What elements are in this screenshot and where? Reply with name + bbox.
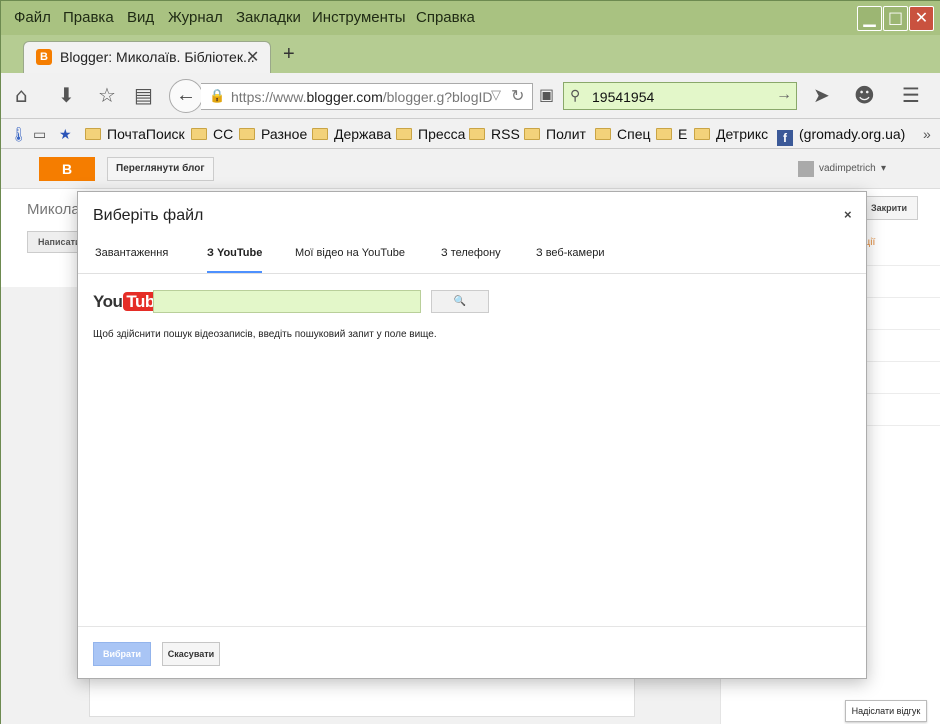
tab-from-youtube[interactable]: З YouTube xyxy=(207,247,263,273)
folder-icon xyxy=(191,128,207,140)
menu-file[interactable]: Файл xyxy=(14,9,51,26)
search-icon: ⚲ xyxy=(570,87,581,103)
screenshot-icon[interactable]: ▣ xyxy=(539,85,554,104)
bookmark-pochtapoisk[interactable]: ПочтаПоиск xyxy=(85,126,185,142)
cancel-button[interactable]: Скасувати xyxy=(162,642,220,666)
bookmark-gromady[interactable]: f (gromady.org.ua) xyxy=(777,126,905,146)
tab-upload[interactable]: Завантаження xyxy=(95,247,168,259)
user-dropdown-icon[interactable]: ▾ xyxy=(881,163,886,174)
url-dropdown-icon[interactable]: ▽ xyxy=(491,87,501,103)
bookmark-detriks[interactable]: Детрикс xyxy=(694,126,768,142)
maximize-icon: □ xyxy=(887,8,904,27)
bookmark-e[interactable]: Е xyxy=(656,126,687,142)
star-bookmark-icon[interactable]: ★ xyxy=(59,126,72,143)
dialog-footer: Вибрати Скасувати xyxy=(78,626,866,679)
dialog-tabs: Завантаження З YouTube Мої відео на YouT… xyxy=(78,232,866,274)
search-bar[interactable]: ⚲ 19541954 → xyxy=(563,82,797,110)
write-tab[interactable]: Написати xyxy=(27,231,83,253)
view-blog-button[interactable]: Переглянути блог xyxy=(107,157,214,181)
menu-view[interactable]: Вид xyxy=(127,9,154,26)
folder-icon xyxy=(524,128,540,140)
bookmark-spets[interactable]: Спец xyxy=(595,126,651,142)
maximize-button[interactable]: □ xyxy=(883,6,908,31)
blog-title: Миколаї xyxy=(27,201,84,218)
bookmark-pressa[interactable]: Пресса xyxy=(396,126,465,142)
lock-icon: 🔒 xyxy=(209,88,226,103)
back-arrow-icon: ← xyxy=(176,84,196,106)
folder-icon xyxy=(396,128,412,140)
menu-bookmarks[interactable]: Закладки xyxy=(236,9,301,26)
search-go-icon[interactable]: → xyxy=(776,86,792,104)
bookmarks-overflow-icon[interactable]: » xyxy=(923,126,931,142)
tab-from-phone[interactable]: З телефону xyxy=(441,247,501,259)
tab-from-webcam[interactable]: З веб-камери xyxy=(536,247,605,259)
reading-list-icon[interactable]: ▤ xyxy=(134,83,153,107)
new-tab-icon[interactable]: + xyxy=(283,43,295,66)
blogger-favicon-icon: B xyxy=(36,49,52,65)
tab-strip: B Blogger: Миколаїв. Бібліотек... ✕ + xyxy=(1,35,940,73)
tab-title: Blogger: Миколаїв. Бібліотек... xyxy=(60,49,255,65)
bookmark-star-icon[interactable]: ☆ xyxy=(98,83,116,107)
dialog-title: Виберіть файл xyxy=(93,207,204,224)
bookmark-cc[interactable]: СС xyxy=(191,126,233,142)
avatar[interactable] xyxy=(798,161,814,177)
folder-icon xyxy=(694,128,710,140)
minimize-icon: ▁ xyxy=(863,8,876,27)
youtube-search-input[interactable] xyxy=(153,290,421,313)
tv-icon[interactable]: ▭ xyxy=(33,126,46,143)
close-icon: ✕ xyxy=(914,8,929,27)
tab-my-youtube-videos[interactable]: Мої відео на YouTube xyxy=(295,247,405,259)
folder-icon xyxy=(656,128,672,140)
chat-icon[interactable]: ☻ xyxy=(854,83,875,107)
menu-bar: Файл Правка Вид Журнал Закладки Инструме… xyxy=(1,1,940,35)
back-button[interactable]: ← xyxy=(169,79,203,113)
choose-file-dialog: Виберіть файл × Завантаження З YouTube М… xyxy=(77,191,867,679)
menu-edit[interactable]: Правка xyxy=(63,9,114,26)
url-bar[interactable]: 🔒 https://www.blogger.com/blogger.g?blog… xyxy=(201,83,533,110)
close-window-button[interactable]: ✕ xyxy=(909,6,934,31)
send-icon[interactable]: ➤ xyxy=(813,83,830,107)
blogger-logo-icon[interactable]: B xyxy=(39,157,95,181)
search-hint: Щоб здійснити пошук відеозаписів, введіт… xyxy=(93,329,437,340)
search-icon: 🔍 xyxy=(453,296,467,307)
bookmark-raznoe[interactable]: Разное xyxy=(239,126,307,142)
bookmark-polit[interactable]: Полит xyxy=(524,126,586,142)
username[interactable]: vadimpetrich xyxy=(819,163,876,174)
thermometer-icon[interactable]: 🌡 xyxy=(10,126,28,143)
reload-icon[interactable]: ↻ xyxy=(511,86,524,106)
choose-button[interactable]: Вибрати xyxy=(93,642,151,666)
minimize-button[interactable]: ▁ xyxy=(857,6,882,31)
send-feedback-button[interactable]: Надіслати відгук xyxy=(845,700,927,722)
browser-window: Файл Правка Вид Журнал Закладки Инструме… xyxy=(0,0,940,724)
dialog-close-icon[interactable]: × xyxy=(844,207,852,222)
bookmarks-bar: 🌡 ▭ ★ ПочтаПоиск СС Разное Держава Пресс… xyxy=(1,119,940,149)
search-input[interactable]: 19541954 xyxy=(592,89,654,105)
tab-close-icon[interactable]: ✕ xyxy=(246,47,259,67)
bookmark-derzhava[interactable]: Держава xyxy=(312,126,391,142)
menu-tools[interactable]: Инструменты xyxy=(312,9,406,26)
folder-icon xyxy=(312,128,328,140)
menu-history[interactable]: Журнал xyxy=(168,9,223,26)
youtube-search-button[interactable]: 🔍 xyxy=(431,290,489,313)
navigation-bar: ⌂ ⬇ ☆ ▤ ← 🔒 https://www.blogger.com/blog… xyxy=(1,73,940,119)
folder-icon xyxy=(595,128,611,140)
folder-icon xyxy=(469,128,485,140)
blogger-header: B Переглянути блог vadimpetrich ▾ xyxy=(1,149,940,189)
download-icon[interactable]: ⬇ xyxy=(58,83,75,107)
home-icon[interactable]: ⌂ xyxy=(15,83,28,107)
url-text: https://www.blogger.com/blogger.g?blogID… xyxy=(231,89,493,105)
menu-hamburger-icon[interactable]: ☰ xyxy=(902,83,920,107)
close-editor-button[interactable]: Закрити xyxy=(860,196,918,220)
bookmark-rss[interactable]: RSS xyxy=(469,126,520,142)
folder-icon xyxy=(85,128,101,140)
folder-icon xyxy=(239,128,255,140)
menu-help[interactable]: Справка xyxy=(416,9,475,26)
facebook-icon: f xyxy=(777,130,793,146)
tab-blogger[interactable]: B Blogger: Миколаїв. Бібліотек... ✕ xyxy=(23,41,271,73)
